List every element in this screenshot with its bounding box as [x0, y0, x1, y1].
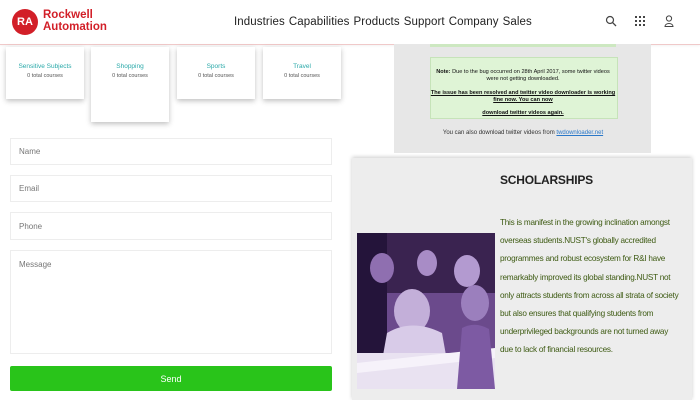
logo-badge: RA — [12, 9, 38, 35]
name-input[interactable] — [11, 139, 331, 164]
notice-resolved-2: download twitter videos again. — [430, 110, 616, 117]
category-card-travel[interactable]: Travel 0 total courses — [263, 47, 341, 99]
category-count: 0 total courses — [284, 73, 320, 79]
logo-wordmark: Rockwell Automation — [43, 9, 107, 33]
grid-icon[interactable] — [632, 13, 648, 29]
category-count: 0 total courses — [198, 73, 234, 79]
phone-input[interactable] — [11, 213, 331, 239]
nav-company[interactable]: Company — [449, 16, 499, 28]
notice-resolved: The issue has been resolved and twitter … — [430, 90, 616, 104]
logo-line-1: Rockwell — [43, 9, 93, 21]
category-title: Shopping — [116, 63, 144, 70]
nav-sales[interactable]: Sales — [503, 16, 532, 28]
nav-capabilities[interactable]: Capabilities — [289, 16, 350, 28]
notice-top-strip — [430, 44, 616, 47]
note-label: Note: — [436, 69, 451, 75]
send-button[interactable]: Send — [10, 366, 332, 391]
logo-line-2: Automation — [43, 21, 107, 33]
note-text: Due to the bug occurred on 28th April 20… — [452, 69, 610, 82]
category-card-sensitive-subjects[interactable]: Sensitive Subjects 0 total courses — [6, 47, 84, 99]
main-nav: Industries Capabilities Products Support… — [234, 16, 532, 28]
user-icon[interactable] — [661, 13, 677, 29]
category-count: 0 total courses — [27, 73, 63, 79]
message-field-wrapper — [10, 250, 332, 354]
category-count: 0 total courses — [112, 73, 148, 79]
twdownloader-link[interactable]: twdownloader.net — [556, 130, 603, 136]
scholarships-body: This is manifest in the growing inclinat… — [500, 218, 679, 355]
category-title: Sports — [206, 63, 226, 70]
category-card-sports[interactable]: Sports 0 total courses — [177, 47, 255, 99]
phone-field-wrapper — [10, 212, 332, 240]
rockwell-logo[interactable]: RA Rockwell Automation — [12, 9, 122, 37]
nav-support[interactable]: Support — [404, 16, 445, 28]
site-header: RA Rockwell Automation Industries Capabi… — [0, 0, 700, 45]
search-icon[interactable] — [603, 13, 619, 29]
resolved-line-1: The issue has been resolved and twitter … — [430, 90, 616, 103]
resolved-line-2: download twitter videos again. — [482, 110, 564, 116]
message-textarea[interactable] — [11, 251, 331, 351]
category-title: Travel — [293, 63, 311, 70]
also-download-text: You can also download twitter videos fro… — [430, 130, 616, 136]
also-text: You can also download twitter videos fro… — [442, 130, 555, 136]
category-title: Sensitive Subjects — [18, 63, 72, 70]
email-input[interactable] — [11, 176, 331, 201]
category-card-shopping[interactable]: Shopping 0 total courses — [91, 47, 169, 122]
scholarships-title: SCHOLARSHIPS — [500, 173, 593, 187]
notice-note: Note: Due to the bug occurred on 28th Ap… — [430, 69, 616, 83]
nav-industries[interactable]: Industries — [234, 16, 285, 28]
name-field-wrapper — [10, 138, 332, 165]
students-photo — [357, 233, 495, 389]
nav-products[interactable]: Products — [354, 16, 400, 28]
email-field-wrapper — [10, 175, 332, 202]
